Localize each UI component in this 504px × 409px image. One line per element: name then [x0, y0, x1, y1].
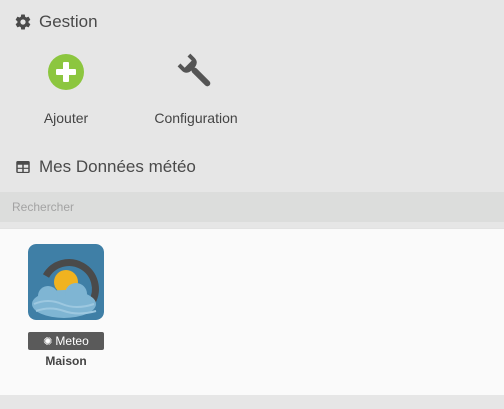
sun-icon: ✺	[43, 335, 53, 348]
item-badge: ✺ Meteo	[28, 332, 104, 350]
configuration-button[interactable]: Configuration	[141, 52, 251, 126]
data-panel: ✺ Meteo Maison	[0, 228, 504, 395]
badge-label: Meteo	[55, 334, 89, 348]
donnees-title: Mes Données météo	[39, 157, 196, 176]
item-name: Maison	[45, 354, 87, 368]
gestion-title: Gestion	[39, 12, 98, 31]
add-button-label: Ajouter	[43, 110, 89, 126]
wrench-icon	[177, 53, 211, 87]
donnees-header: Mes Données météo	[14, 157, 196, 177]
add-button[interactable]: Ajouter	[11, 52, 121, 126]
data-card-maison[interactable]: ✺ Meteo Maison	[28, 244, 104, 368]
search-input[interactable]	[0, 192, 504, 222]
plus-circle-icon	[48, 54, 84, 90]
gear-icon	[15, 14, 31, 30]
table-icon	[16, 161, 30, 173]
configuration-button-label: Configuration	[154, 110, 238, 126]
weather-app-icon	[28, 244, 104, 320]
gestion-header: Gestion	[14, 12, 98, 32]
